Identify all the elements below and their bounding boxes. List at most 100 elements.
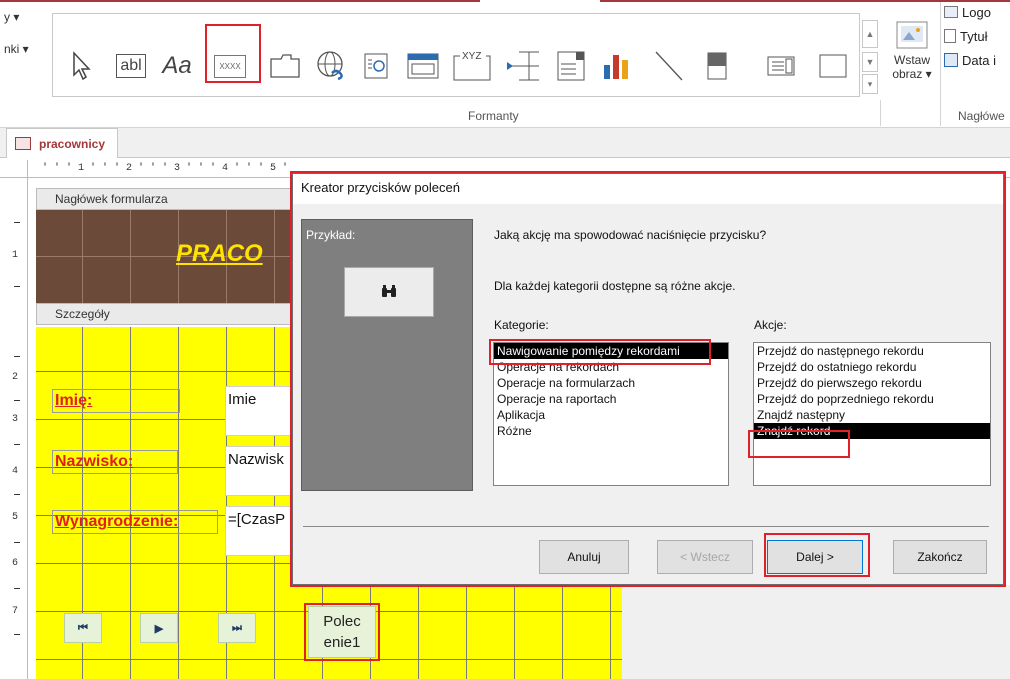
gallery-scroll-down[interactable]: ▼: [862, 52, 878, 72]
ruler-tick: [14, 542, 20, 543]
dialog-question: Jaką akcję ma spowodować naciśnięcie prz…: [494, 228, 767, 242]
grid-line: [274, 327, 275, 679]
chart-icon[interactable]: [597, 46, 637, 86]
action-item[interactable]: Przejdź do ostatniego rekordu: [754, 359, 990, 375]
command-button-label-line1: Polec: [323, 613, 361, 630]
sample-button-preview: [344, 267, 434, 317]
command-button-polecenie1[interactable]: Polec enie1: [308, 606, 376, 658]
details-section-bar[interactable]: Szczegóły: [36, 303, 301, 325]
field-last-name[interactable]: Nazwisk: [225, 446, 301, 496]
xxxx-text: XXXX: [214, 54, 246, 78]
header-footer-group: Logo Tytuł Data i: [944, 2, 1010, 70]
category-item[interactable]: Nawigowanie pomiędzy rekordami: [494, 343, 728, 359]
category-item[interactable]: Aplikacja: [494, 407, 728, 423]
form-header-section-bar[interactable]: Nagłówek formularza: [36, 188, 301, 210]
calendar-icon: [944, 53, 958, 67]
tab-pracownicy[interactable]: pracownicy: [6, 128, 118, 158]
category-item[interactable]: Operacje na formularzach: [494, 375, 728, 391]
logo-icon: [944, 6, 958, 18]
action-item[interactable]: Przejdź do pierwszego rekordu: [754, 375, 990, 391]
category-item[interactable]: Operacje na rekordach: [494, 359, 728, 375]
next-button[interactable]: Dalej >: [767, 540, 863, 574]
ruler-tick: [14, 222, 20, 223]
action-item[interactable]: Znajdź rekord: [754, 423, 990, 439]
toggle-button-icon[interactable]: [699, 46, 735, 86]
form-header-section-label: Nagłówek formularza: [55, 192, 168, 206]
ruler-corner[interactable]: [0, 160, 28, 178]
rectangle-icon[interactable]: [813, 46, 853, 86]
grid-line: [130, 327, 131, 679]
button-control-icon[interactable]: XXXX: [205, 46, 255, 86]
finish-button[interactable]: Zakończ: [893, 540, 987, 574]
insert-image-label: Wstaw: [894, 53, 930, 67]
label-first-name[interactable]: Imię:: [52, 389, 180, 413]
list-box-icon[interactable]: [761, 46, 801, 86]
nav-next-button[interactable]: ▶: [140, 613, 178, 643]
field-salary[interactable]: =[CzasP: [225, 506, 301, 556]
page-break-icon[interactable]: [503, 46, 543, 86]
label-control-icon[interactable]: Aa: [155, 46, 199, 86]
vertical-ruler: 1 2 3 4 5 6 7: [0, 178, 28, 679]
categories-label: Kategorie:: [494, 318, 549, 332]
label-salary[interactable]: Wynagrodzenie:: [52, 510, 218, 534]
category-item[interactable]: Operacje na raportach: [494, 391, 728, 407]
insert-image-button[interactable]: Wstaw obraz ▾: [890, 20, 934, 81]
ruler-number: 4: [12, 466, 19, 477]
grid-line: [36, 659, 622, 660]
back-button[interactable]: < Wstecz: [657, 540, 753, 574]
document-tab-bar: pracownicy: [0, 128, 1010, 158]
ribbon-header-group-label: Nagłówe: [958, 109, 1005, 123]
ruler-number: 7: [12, 606, 19, 617]
gallery-scroll-up[interactable]: ▲: [862, 20, 878, 48]
navigation-control-icon[interactable]: [403, 46, 443, 86]
ribbon: y ▾ nki ▾ abl Aa XXXX XYZ ▲ ▼ ▾ Wstaw ob…: [0, 0, 1010, 128]
tab-label: pracownicy: [39, 136, 106, 151]
ribbon-group-label: Formanty: [468, 109, 519, 123]
select-pointer-icon[interactable]: [65, 46, 99, 86]
image-icon: [896, 21, 928, 49]
textbox-control-icon[interactable]: abl: [111, 46, 151, 86]
gallery-more[interactable]: ▾: [862, 74, 878, 94]
action-item[interactable]: Przejdź do następnego rekordu: [754, 343, 990, 359]
category-item[interactable]: Różne: [494, 423, 728, 439]
command-button-label-line2: enie1: [323, 634, 361, 651]
cancel-button[interactable]: Anuluj: [539, 540, 629, 574]
ruler-number: 3: [12, 414, 19, 425]
ruler-tick: [14, 588, 20, 589]
action-item[interactable]: Znajdź następny: [754, 407, 990, 423]
line-icon[interactable]: [649, 46, 689, 86]
ruler-number: 5: [12, 512, 19, 523]
form-title[interactable]: PRACO: [176, 240, 263, 268]
date-time-button[interactable]: Data i: [944, 50, 1010, 70]
nav-first-button[interactable]: ⏮: [64, 613, 102, 643]
title-button[interactable]: Tytuł: [944, 26, 1010, 46]
controls-gallery: abl Aa XXXX XYZ: [52, 13, 860, 97]
web-browser-control-icon[interactable]: [359, 46, 393, 86]
actions-listbox[interactable]: Przejdź do następnego rekordu Przejdź do…: [753, 342, 991, 486]
hyperlink-icon[interactable]: [311, 46, 351, 86]
field-first-name[interactable]: Imie: [225, 386, 301, 436]
logo-label: Logo: [962, 4, 991, 20]
form-header-section: PRACO: [36, 210, 301, 303]
tab-control-icon[interactable]: [265, 46, 305, 86]
action-item[interactable]: Przejdź do poprzedniego rekordu: [754, 391, 990, 407]
ribbon-group-divider: [880, 100, 881, 126]
ruler-tick: [14, 286, 20, 287]
logo-button[interactable]: Logo: [944, 2, 1010, 22]
label-last-name[interactable]: Nazwisko:: [52, 450, 178, 474]
command-button-wizard-dialog: Kreator przycisków poleceń Przykład: Jak…: [292, 173, 1004, 585]
title-icon: [944, 29, 956, 43]
ruler-tick: [14, 634, 20, 635]
ruler-tick: [14, 494, 20, 495]
ribbon-left-item[interactable]: nki ▾: [4, 42, 29, 56]
ribbon-group-divider: [940, 2, 941, 126]
combo-box-icon[interactable]: [551, 46, 591, 86]
nav-last-button[interactable]: ⏭: [218, 613, 256, 643]
dialog-title: Kreator przycisków poleceń: [293, 174, 1003, 204]
ribbon-accent-line: [0, 0, 480, 2]
actions-label: Akcje:: [754, 318, 787, 332]
insert-image-label-2: obraz ▾: [892, 67, 932, 81]
ribbon-left-item[interactable]: y ▾: [4, 10, 19, 24]
option-group-icon[interactable]: XYZ: [449, 46, 495, 86]
categories-listbox[interactable]: Nawigowanie pomiędzy rekordami Operacje …: [493, 342, 729, 486]
